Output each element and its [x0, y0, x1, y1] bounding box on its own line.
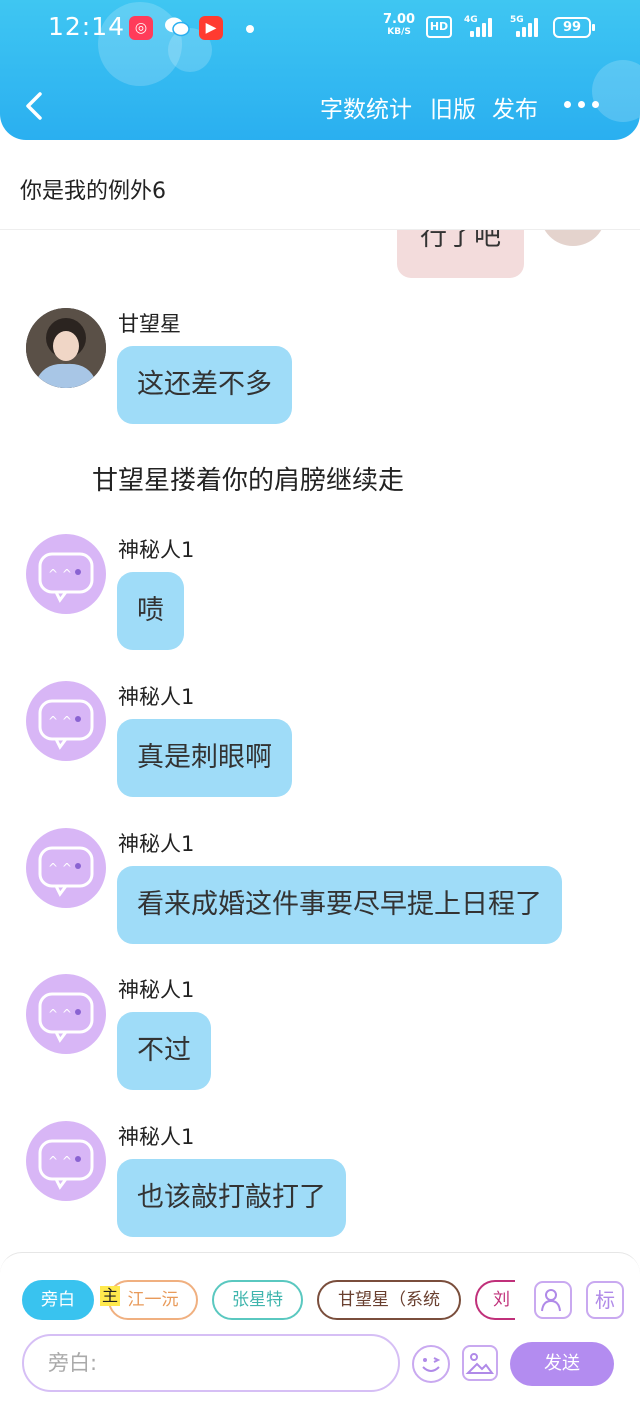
word-count-button[interactable]: 字数统计: [320, 90, 412, 124]
wechat-icon: [164, 16, 190, 40]
chat-list[interactable]: 行了吧 甘望星 这还差不多 甘望星搂着你的肩膀继续走 ^ ^ 神秘人1 啧 ^ …: [0, 230, 640, 1252]
send-button[interactable]: 发送: [510, 1342, 614, 1386]
avatar-ganwangxing[interactable]: [26, 308, 106, 388]
old-version-button[interactable]: 旧版: [430, 90, 476, 124]
message-input[interactable]: 旁白:: [22, 1334, 400, 1392]
sender-name: 神秘人1: [118, 685, 195, 709]
emoji-icon[interactable]: [412, 1345, 450, 1383]
robot-avatar-icon[interactable]: ^ ^: [26, 828, 106, 908]
sender-name: 神秘人1: [118, 538, 195, 562]
signal-5g-icon: 5G: [510, 15, 544, 39]
sender-name: 神秘人1: [118, 1125, 195, 1149]
message-bubble[interactable]: 也该敲打敲打了: [117, 1159, 346, 1237]
character-icon[interactable]: [534, 1281, 572, 1319]
input-panel: 旁白 江一沅 主 张星特 甘望星（系统 刘 标 旁白: 发送: [0, 1252, 640, 1422]
back-icon[interactable]: [22, 88, 50, 124]
message-bubble[interactable]: 不过: [117, 1012, 211, 1090]
image-icon[interactable]: [462, 1345, 498, 1381]
network-speed: 7.00 KB/S: [383, 13, 415, 39]
top-header: 12:14 ◎ ▶ 7.00 KB/S HD 4G 5G 99 字数统计 旧版 …: [0, 0, 640, 140]
battery-icon: 99: [553, 17, 595, 38]
signal-4g-icon: 4G: [464, 15, 498, 39]
role-chip-jiangyiyuan[interactable]: 江一沅: [108, 1280, 198, 1320]
message-bubble[interactable]: 看来成婚这件事要尽早提上日程了: [117, 866, 562, 944]
self-avatar[interactable]: [540, 230, 606, 246]
sender-name: 神秘人1: [118, 832, 195, 856]
role-chip-liu[interactable]: 刘: [475, 1280, 515, 1320]
notification-dot: [246, 25, 254, 33]
robot-avatar-icon[interactable]: ^ ^: [26, 974, 106, 1054]
message-bubble[interactable]: 这还差不多: [117, 346, 292, 424]
clock: 12:14: [48, 12, 126, 41]
svg-text:^ ^: ^ ^: [48, 714, 72, 728]
robot-avatar-icon[interactable]: ^ ^: [26, 534, 106, 614]
self-bubble[interactable]: 行了吧: [397, 230, 524, 278]
sender-name: 甘望星: [118, 312, 181, 336]
story-title[interactable]: 你是我的例外6: [20, 173, 166, 205]
video-app-icon: ▶: [199, 16, 223, 40]
message-bubble[interactable]: 真是刺眼啊: [117, 719, 292, 797]
svg-text:^ ^: ^ ^: [48, 1007, 72, 1021]
sig1-label: 4G: [464, 15, 478, 25]
narration-text[interactable]: 甘望星搂着你的肩膀继续走: [92, 460, 404, 497]
robot-avatar-icon[interactable]: ^ ^: [26, 681, 106, 761]
message-bubble[interactable]: 啧: [117, 572, 184, 650]
speed-unit: KB/S: [387, 27, 411, 37]
role-chip-zhangxingte[interactable]: 张星特: [212, 1280, 303, 1320]
robot-avatar-icon[interactable]: ^ ^: [26, 1121, 106, 1201]
role-chip-narration[interactable]: 旁白: [22, 1280, 94, 1320]
story-title-bar: 你是我的例外6: [0, 140, 640, 230]
role-chip-ganwangxing[interactable]: 甘望星（系统: [317, 1280, 461, 1320]
publish-button[interactable]: 发布: [492, 90, 538, 124]
more-icon[interactable]: [562, 98, 602, 114]
svg-text:^ ^: ^ ^: [48, 567, 72, 581]
sender-name: 神秘人1: [118, 978, 195, 1002]
main-role-badge: 主: [100, 1286, 121, 1306]
sig2-label: 5G: [510, 15, 524, 25]
app-notification-icon: ◎: [129, 16, 153, 40]
status-bar: 12:14 ◎ ▶ 7.00 KB/S HD 4G 5G 99: [0, 0, 640, 58]
svg-text:^ ^: ^ ^: [48, 1154, 72, 1168]
tag-button[interactable]: 标: [586, 1281, 624, 1319]
speed-value: 7.00: [383, 12, 416, 27]
svg-text:^ ^: ^ ^: [48, 861, 72, 875]
hd-badge: HD: [426, 16, 452, 38]
